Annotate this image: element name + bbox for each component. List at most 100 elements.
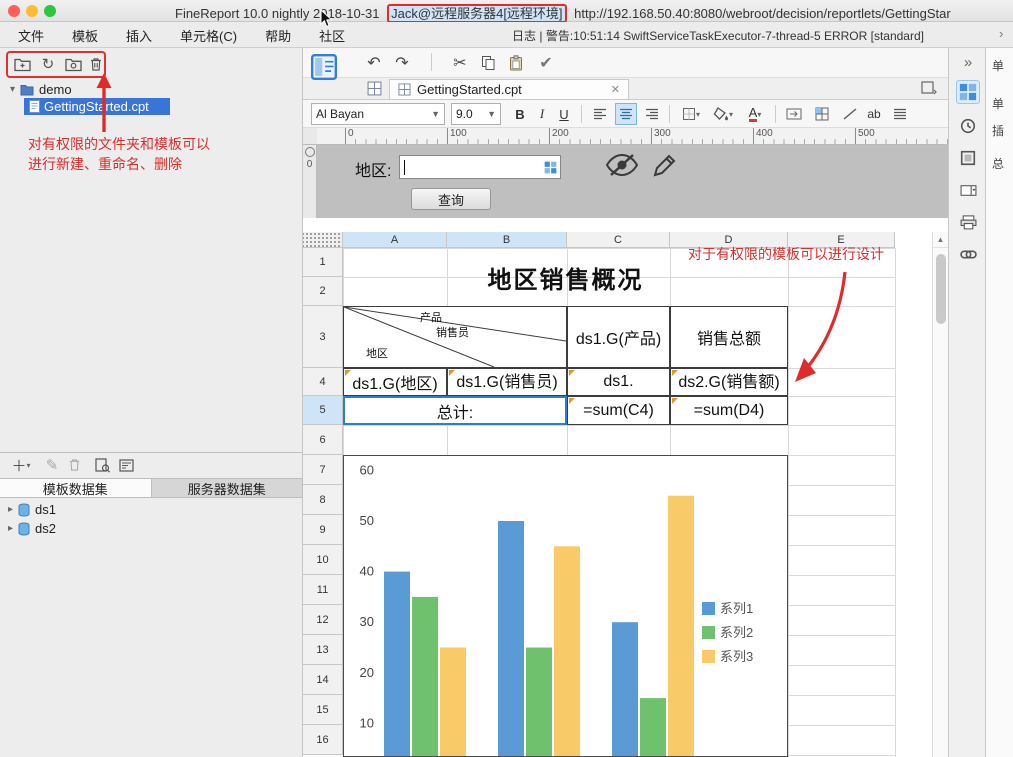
row-header-13[interactable]: 13 [303, 635, 343, 665]
text-ab-button[interactable]: ab [863, 103, 885, 125]
font-color-button[interactable]: A ▾ [741, 103, 769, 125]
print-settings-panel-button[interactable] [956, 210, 980, 234]
dataset-item-ds1[interactable]: ▸ ds1 [0, 500, 303, 519]
cell-d5[interactable]: =sum(D4) [670, 396, 788, 425]
menu-item[interactable]: 帮助 [265, 26, 291, 45]
sheet-grid-button[interactable] [367, 81, 382, 96]
column-header-C[interactable]: C [567, 232, 670, 248]
cell-diagonal-header[interactable]: 产品 销售员 地区 [343, 306, 567, 368]
row-header-11[interactable]: 11 [303, 575, 343, 605]
row-header-7[interactable]: 7 [303, 455, 343, 485]
maximize-window-button[interactable] [44, 5, 56, 17]
justify-button[interactable] [889, 103, 911, 125]
sheet-vertical-scrollbar[interactable]: ▲ [932, 232, 948, 757]
menu-item[interactable]: 单元格(C) [180, 26, 237, 45]
chevron-right-icon[interactable]: › [999, 26, 1003, 41]
widget-settings-panel-button[interactable] [956, 178, 980, 202]
cell-element-panel-button[interactable] [956, 80, 980, 104]
preview-dataset-button[interactable] [92, 455, 112, 475]
edit-dataset-button[interactable]: ✎ [42, 455, 62, 475]
paste-button[interactable] [505, 52, 527, 74]
search-dataset-button[interactable] [116, 455, 136, 475]
row-header-8[interactable]: 8 [303, 485, 343, 515]
format-painter-button[interactable]: ✔ [535, 52, 557, 74]
tree-item-gettingstarted-cpt[interactable]: GettingStarted.cpt [24, 98, 170, 115]
switch-view-button[interactable] [921, 81, 937, 95]
combo-widget-icon[interactable] [544, 161, 557, 174]
close-tab-icon[interactable]: ✕ [611, 83, 620, 96]
align-left-button[interactable] [589, 103, 611, 125]
right-panel-label[interactable]: 插 [992, 122, 1004, 139]
row-header-1[interactable]: 1 [303, 248, 343, 277]
redo-button[interactable]: ↷ [391, 52, 413, 74]
cell-d3[interactable]: 销售总额 [670, 306, 788, 368]
scroll-up-icon[interactable]: ▲ [933, 232, 948, 248]
cell-attributes-panel-button[interactable] [956, 114, 980, 138]
row-header-16[interactable]: 16 [303, 725, 343, 755]
right-panel-label[interactable]: 总 [992, 155, 1004, 172]
dataset-item-ds2[interactable]: ▸ ds2 [0, 519, 303, 538]
underline-button[interactable]: U [553, 103, 575, 125]
row-header-15[interactable]: 15 [303, 695, 343, 725]
bold-button[interactable]: B [509, 103, 531, 125]
row-header-5[interactable]: 5 [303, 396, 343, 425]
edit-parameter-button[interactable] [651, 153, 677, 179]
align-right-button[interactable] [641, 103, 663, 125]
cell-d4[interactable]: ds2.G(销售额) [670, 368, 788, 396]
log-status-area[interactable]: 日志 | 警告:10:51:14 SwiftServiceTaskExecuto… [512, 27, 924, 44]
menu-item[interactable]: 文件 [18, 26, 44, 45]
scrollbar-thumb[interactable] [936, 254, 946, 324]
collapse-panel-button[interactable]: » [956, 50, 980, 74]
row-header-4[interactable]: 4 [303, 368, 343, 396]
row-header-6[interactable]: 6 [303, 425, 343, 455]
font-size-select[interactable]: 9.0 ▼ [451, 103, 501, 125]
diagonal-line-button[interactable] [839, 103, 861, 125]
cut-button[interactable]: ✂ [449, 52, 471, 74]
tab-gettingstarted-cpt[interactable]: GettingStarted.cpt ✕ [389, 79, 629, 100]
cell-b4[interactable]: ds1.G(销售员) [447, 368, 567, 396]
cell-total-selected[interactable]: 总计: [343, 396, 567, 425]
font-family-select[interactable]: Al Bayan ▼ [311, 103, 445, 125]
caret-down-icon[interactable]: ▾ [10, 84, 15, 95]
column-header-A[interactable]: A [343, 232, 447, 248]
right-panel-label[interactable]: 单 [992, 57, 1004, 74]
undo-button[interactable]: ↶ [363, 52, 385, 74]
tree-item-demo-folder[interactable]: ▾ demo [10, 81, 72, 98]
cell-a4[interactable]: ds1.G(地区) [343, 368, 447, 396]
merge-cells-button[interactable] [783, 103, 805, 125]
fill-color-button[interactable]: ▾ [709, 103, 737, 125]
query-button[interactable]: 查询 [411, 188, 491, 210]
cell-c4[interactable]: ds1. [567, 368, 670, 396]
right-panel-label[interactable]: 单 [992, 95, 1004, 112]
row-header-9[interactable]: 9 [303, 515, 343, 545]
cell-panel-dock-button[interactable] [311, 54, 337, 80]
row-header-3[interactable]: 3 [303, 306, 343, 368]
panel-divider[interactable] [0, 452, 303, 453]
menu-item[interactable]: 社区 [319, 26, 345, 45]
add-dataset-button[interactable]: ＋ ▾ [8, 455, 34, 475]
row-header-14[interactable]: 14 [303, 665, 343, 695]
hide-parameter-button[interactable] [605, 153, 639, 177]
chart-object[interactable]: 10 20 30 40 50 60 系列1 系列2 系列3 [343, 455, 788, 757]
hyperlink-panel-button[interactable] [956, 242, 980, 266]
close-window-button[interactable] [8, 5, 20, 17]
param-region-input[interactable] [399, 155, 561, 179]
float-element-panel-button[interactable] [956, 146, 980, 170]
dataset-tab-2[interactable]: 服务器数据集 [151, 479, 303, 497]
minimize-window-button[interactable] [26, 5, 38, 17]
cell-c3[interactable]: ds1.G(产品) [567, 306, 670, 368]
align-center-button[interactable] [615, 103, 637, 125]
delete-dataset-button[interactable] [64, 455, 84, 475]
column-header-B[interactable]: B [447, 232, 567, 248]
dataset-tab-1[interactable]: 模板数据集 [0, 479, 152, 497]
caret-right-icon[interactable]: ▸ [8, 523, 13, 534]
row-header-2[interactable]: 2 [303, 277, 343, 306]
select-all-corner[interactable] [303, 232, 343, 248]
caret-right-icon[interactable]: ▸ [8, 504, 13, 515]
copy-button[interactable] [477, 52, 499, 74]
menu-item[interactable]: 模板 [72, 26, 98, 45]
menu-item[interactable]: 插入 [126, 26, 152, 45]
italic-button[interactable]: I [531, 103, 553, 125]
borders-button[interactable]: ▾ [677, 103, 705, 125]
row-header-10[interactable]: 10 [303, 545, 343, 575]
